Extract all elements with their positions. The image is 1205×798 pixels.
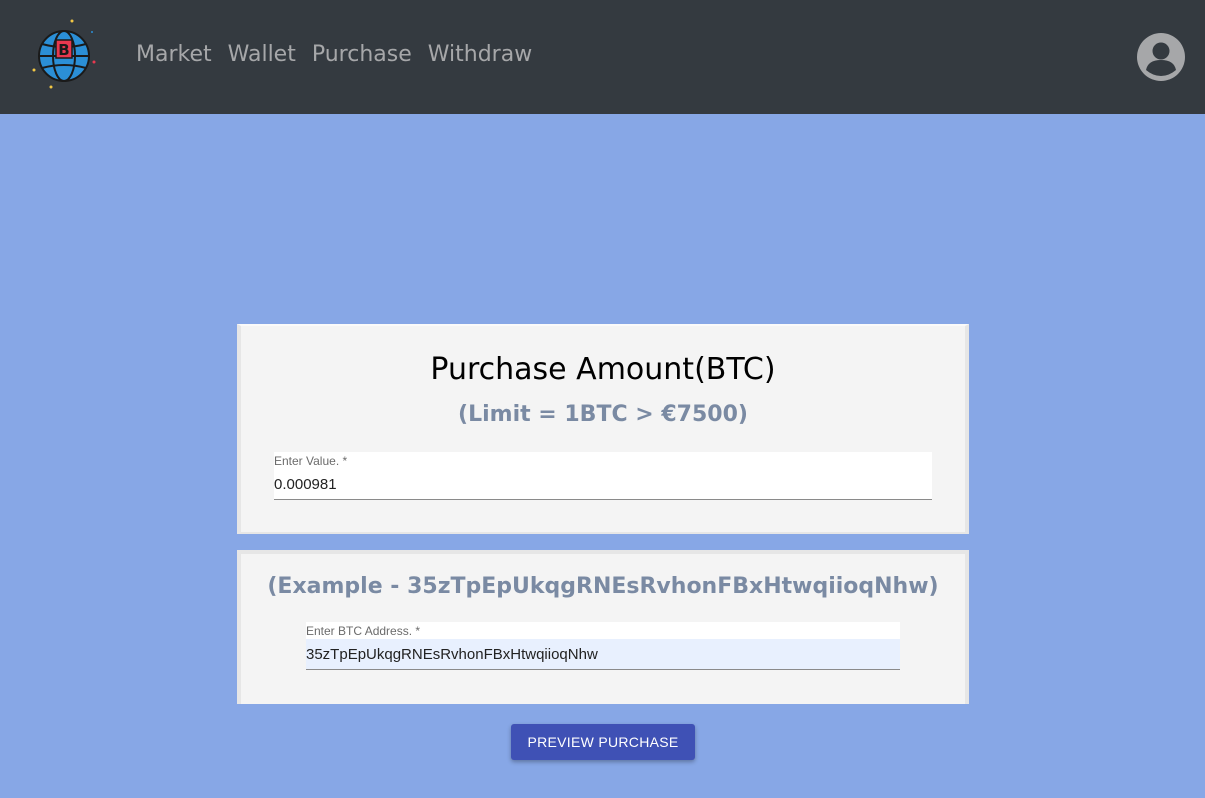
nav-link-market[interactable]: Market (136, 42, 212, 67)
purchase-limit-text: (Limit = 1BTC > €7500) (458, 402, 748, 427)
value-field: Enter Value. * (274, 452, 932, 500)
nav-link-withdraw[interactable]: Withdraw (428, 42, 532, 67)
purchase-amount-title: Purchase Amount(BTC) (430, 352, 776, 387)
btc-address-input[interactable] (306, 639, 900, 669)
value-input[interactable] (274, 469, 932, 499)
svg-text:B: B (58, 41, 69, 59)
nav-link-purchase[interactable]: Purchase (312, 42, 412, 67)
preview-purchase-button[interactable]: PREVIEW PURCHASE (511, 724, 695, 760)
account-circle-icon[interactable] (1136, 32, 1186, 82)
nav-link-wallet[interactable]: Wallet (228, 42, 296, 67)
top-navbar: B Market Wallet Purchase Withdraw (0, 0, 1205, 114)
bitcoin-globe-icon[interactable]: B (30, 18, 98, 90)
btc-address-card: (Example - 35zTpEpUkqgRNEsRvhonFBxHtwqii… (237, 550, 969, 704)
purchase-amount-card: Purchase Amount(BTC) (Limit = 1BTC > €75… (237, 324, 969, 534)
nav-links: Market Wallet Purchase Withdraw (136, 42, 532, 67)
btc-address-field: Enter BTC Address. * (306, 622, 900, 670)
value-field-label: Enter Value. * (274, 454, 348, 468)
btc-address-example-text: (Example - 35zTpEpUkqgRNEsRvhonFBxHtwqii… (267, 574, 939, 599)
btc-address-field-label: Enter BTC Address. * (306, 624, 421, 638)
